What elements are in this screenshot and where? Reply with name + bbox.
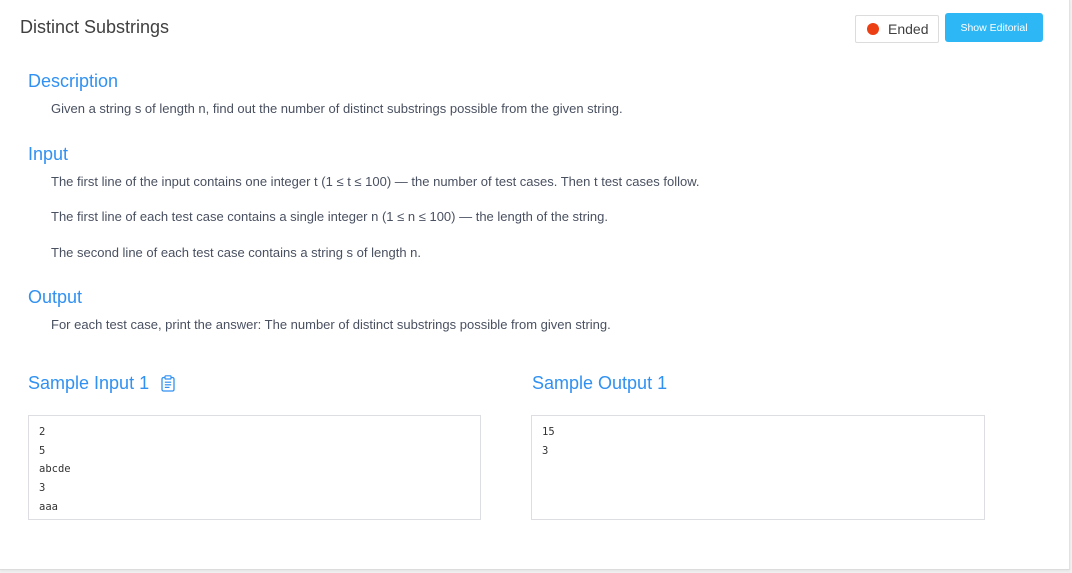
- problem-card: Distinct Substrings Ended Show Editorial…: [0, 0, 1070, 570]
- input-line-3: The second line of each test case contai…: [51, 245, 421, 260]
- sample-input-line: 5: [39, 444, 46, 457]
- problem-title: Distinct Substrings: [20, 17, 170, 37]
- output-heading: Output: [28, 287, 83, 307]
- input-line-1: The first line of the input contains one…: [51, 174, 700, 189]
- output-text: For each test case, print the answer: Th…: [51, 317, 611, 332]
- input-heading: Input: [28, 144, 69, 164]
- sample-output-line: 3: [542, 444, 549, 457]
- status-label: Ended: [888, 21, 929, 37]
- description-heading: Description: [28, 71, 119, 91]
- status-dot-icon: [867, 23, 879, 35]
- contest-status-badge: Ended: [855, 15, 939, 43]
- sample-output-heading: Sample Output 1: [532, 372, 667, 394]
- clipboard-icon[interactable]: [161, 374, 175, 392]
- sample-input-line: 3: [39, 482, 46, 495]
- input-line-2: The first line of each test case contain…: [51, 209, 608, 224]
- sample-input-line: aaa: [39, 500, 58, 513]
- sample-input-box[interactable]: 2 5 abcde 3 aaa: [28, 415, 481, 520]
- sample-input-title: Sample Input 1: [28, 373, 150, 393]
- sample-output-line: 15: [542, 426, 555, 438]
- sample-input-heading: Sample Input 1: [28, 372, 175, 394]
- sample-output-box[interactable]: 15 3: [531, 415, 985, 520]
- sample-input-line: 2: [39, 426, 46, 438]
- sample-output-title: Sample Output 1: [532, 373, 668, 393]
- show-editorial-button[interactable]: Show Editorial: [945, 13, 1043, 42]
- description-text: Given a string s of length n, find out t…: [51, 101, 623, 116]
- sample-input-line: abcde: [39, 463, 71, 476]
